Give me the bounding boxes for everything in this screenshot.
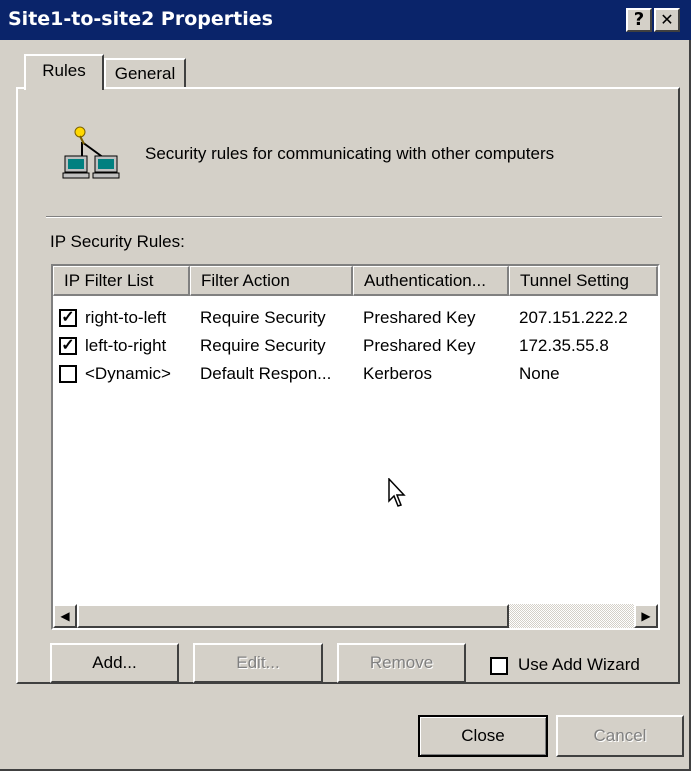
cell-authentication: Kerberos: [363, 364, 432, 383]
cell-tunnel-setting: None: [519, 364, 560, 383]
column-header-ip-filter-list[interactable]: IP Filter List: [53, 266, 190, 296]
tab-rules[interactable]: Rules: [24, 54, 104, 90]
rule-checkbox[interactable]: ✓: [59, 337, 77, 355]
cell-filter-action: Require Security: [200, 336, 326, 355]
horizontal-scrollbar[interactable]: ◀ ▶: [53, 604, 658, 628]
network-computers-icon: [62, 126, 120, 179]
edit-button[interactable]: Edit...: [193, 643, 323, 683]
scroll-left-button[interactable]: ◀: [53, 604, 77, 628]
mouse-pointer-icon: [388, 478, 406, 507]
add-button[interactable]: Add...: [50, 643, 179, 683]
cell-tunnel-setting: 172.35.55.8: [519, 336, 609, 355]
cell-filter-action: Default Respon...: [200, 364, 332, 383]
column-header-filter-action[interactable]: Filter Action: [190, 266, 353, 296]
use-add-wizard-checkbox[interactable]: [490, 657, 508, 675]
cancel-button[interactable]: Cancel: [556, 715, 684, 757]
cell-filter-list: <Dynamic>: [85, 364, 171, 383]
cell-filter-list: right-to-left: [85, 308, 167, 327]
cell-authentication: Preshared Key: [363, 308, 476, 327]
table-row[interactable]: ✓ left-to-right Require Security Preshar…: [53, 332, 658, 360]
table-row[interactable]: <Dynamic> Default Respon... Kerberos Non…: [53, 360, 658, 388]
scroll-right-button[interactable]: ▶: [634, 604, 658, 628]
remove-button[interactable]: Remove: [337, 643, 466, 683]
ip-security-rules-label: IP Security Rules:: [50, 232, 185, 251]
scroll-thumb[interactable]: [77, 604, 509, 628]
use-add-wizard-label: Use Add Wizard: [518, 655, 640, 674]
column-header-tunnel-setting[interactable]: Tunnel Setting: [509, 266, 658, 296]
column-header-authentication[interactable]: Authentication...: [353, 266, 509, 296]
rule-checkbox[interactable]: [59, 365, 77, 383]
cell-tunnel-setting: 207.151.222.2: [519, 308, 628, 327]
cell-authentication: Preshared Key: [363, 336, 476, 355]
rules-description: Security rules for communicating with ot…: [145, 144, 555, 163]
rule-checkbox[interactable]: ✓: [59, 309, 77, 327]
rules-list[interactable]: IP Filter List Filter Action Authenticat…: [51, 264, 660, 630]
tab-general[interactable]: General: [104, 58, 186, 88]
help-button[interactable]: ?: [626, 8, 652, 32]
window-title: Site1-to-site2 Properties: [8, 8, 273, 30]
cell-filter-action: Require Security: [200, 308, 326, 327]
title-bar[interactable]: Site1-to-site2 Properties ? ✕: [0, 0, 691, 40]
scroll-track[interactable]: [509, 604, 634, 628]
close-button[interactable]: Close: [418, 715, 548, 757]
cell-filter-list: left-to-right: [85, 336, 167, 355]
separator: [46, 216, 662, 218]
close-window-button[interactable]: ✕: [654, 8, 680, 32]
properties-dialog: Site1-to-site2 Properties ? ✕ Rules Gene…: [0, 0, 691, 771]
table-row[interactable]: ✓ right-to-left Require Security Preshar…: [53, 304, 658, 332]
